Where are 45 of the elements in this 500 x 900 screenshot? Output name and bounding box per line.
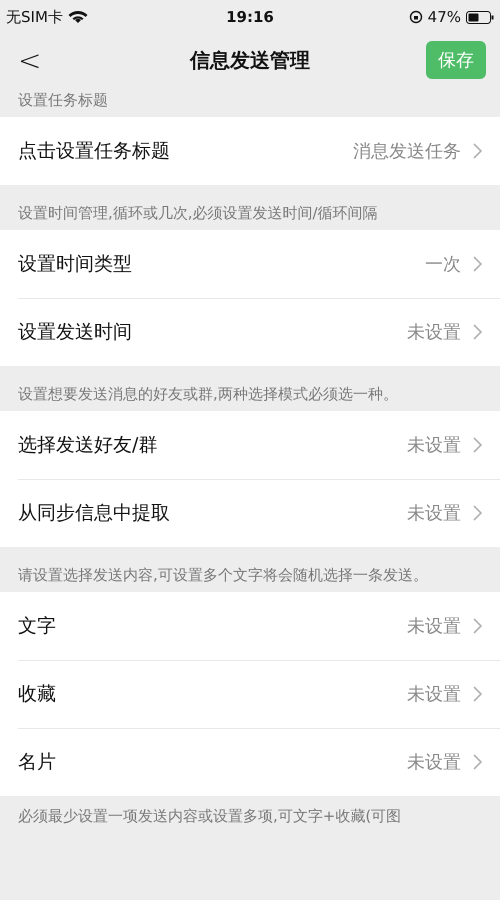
section-note: 设置想要发送消息的好友或群,两种选择模式必须选一种。 bbox=[17, 384, 399, 405]
row-label: 名片 bbox=[18, 750, 57, 775]
settings-row[interactable]: 点击设置任务标题 消息发送任务 bbox=[0, 117, 500, 185]
chevron-icon bbox=[473, 754, 482, 770]
battery-icon bbox=[466, 10, 494, 24]
row-value: 未设置 bbox=[407, 615, 461, 638]
chevron-icon bbox=[473, 437, 482, 453]
settings-row[interactable]: 设置发送时间 未设置 bbox=[0, 298, 500, 366]
back-button[interactable]: < bbox=[12, 44, 48, 76]
section-note: 设置时间管理,循环或几次,必须设置发送时间/循环间隔 bbox=[17, 203, 379, 224]
row-label: 点击设置任务标题 bbox=[18, 139, 171, 164]
row-value: 未设置 bbox=[407, 751, 461, 774]
row-value: 未设置 bbox=[407, 434, 461, 457]
chevron-icon bbox=[473, 256, 482, 272]
row-label: 文字 bbox=[18, 614, 57, 639]
row-label: 从同步信息中提取 bbox=[18, 501, 171, 526]
settings-row[interactable]: 文字 未设置 bbox=[0, 592, 500, 660]
row-value: 未设置 bbox=[407, 683, 461, 706]
settings-row[interactable]: 选择发送好友/群 未设置 bbox=[0, 411, 500, 479]
section-note: 请设置选择发送内容,可设置多个文字将会随机选择一条发送。 bbox=[17, 565, 429, 586]
row-label: 收藏 bbox=[18, 682, 57, 707]
chevron-icon bbox=[473, 686, 482, 702]
row-value: 未设置 bbox=[407, 502, 461, 525]
carrier-text: 无SIM卡 bbox=[6, 8, 63, 26]
wifi-icon bbox=[68, 10, 88, 24]
row-value: 未设置 bbox=[407, 321, 461, 344]
page-title: 信息发送管理 bbox=[190, 46, 310, 74]
chevron-icon bbox=[473, 505, 482, 521]
battery-percent: 47% bbox=[428, 8, 461, 26]
section-note: 设置任务标题 bbox=[17, 90, 109, 111]
chevron-icon bbox=[473, 143, 482, 159]
status-time: 19:16 bbox=[226, 8, 274, 26]
orientation-lock-icon bbox=[408, 10, 423, 24]
row-value: 一次 bbox=[425, 253, 461, 276]
section-note: 必须最少设置一项发送内容或设置多项,可文字+收藏(可图 bbox=[17, 806, 402, 827]
row-label: 设置时间类型 bbox=[18, 252, 133, 277]
chevron-icon bbox=[473, 324, 482, 340]
chevron-icon bbox=[473, 618, 482, 634]
row-label: 选择发送好友/群 bbox=[18, 433, 158, 458]
settings-row[interactable]: 收藏 未设置 bbox=[0, 660, 500, 728]
row-value: 消息发送任务 bbox=[353, 140, 461, 163]
settings-row[interactable]: 名片 未设置 bbox=[0, 728, 500, 796]
settings-row[interactable]: 设置时间类型 一次 bbox=[0, 230, 500, 298]
row-label: 设置发送时间 bbox=[18, 320, 133, 345]
settings-row[interactable]: 从同步信息中提取 未设置 bbox=[0, 479, 500, 547]
